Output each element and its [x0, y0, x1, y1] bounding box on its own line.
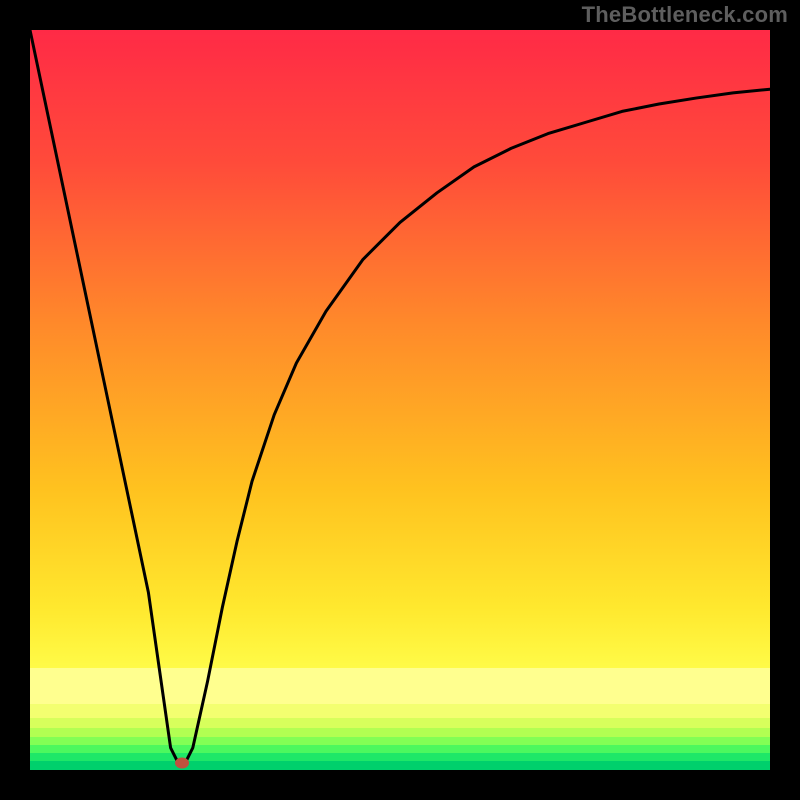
chart-frame: TheBottleneck.com — [0, 0, 800, 800]
curve-path — [30, 30, 770, 763]
minimum-marker — [175, 757, 189, 768]
plot-area — [30, 30, 770, 770]
watermark-text: TheBottleneck.com — [582, 2, 788, 28]
curve-svg — [30, 30, 770, 770]
